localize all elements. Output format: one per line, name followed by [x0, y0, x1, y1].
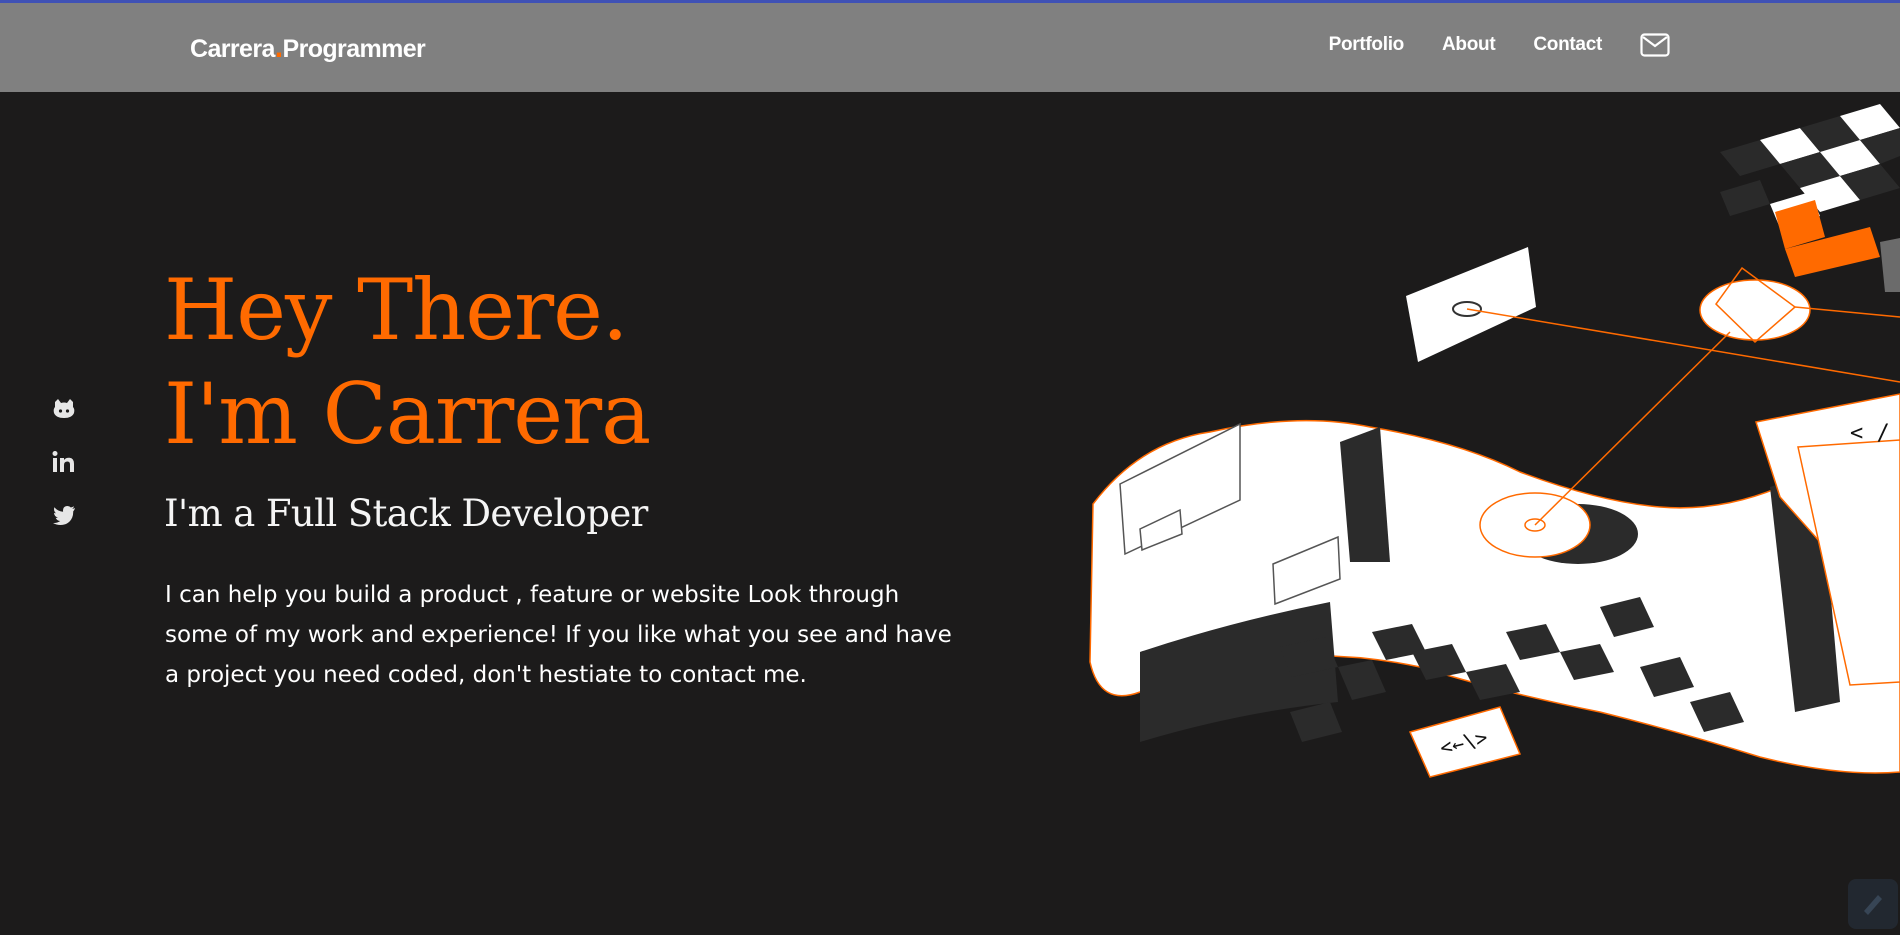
code-tag-right: < /	[1850, 421, 1890, 446]
nav-contact[interactable]: Contact	[1533, 34, 1602, 56]
hero-title-line1: Hey There.	[164, 261, 629, 359]
logo-part2: Programmer	[282, 35, 426, 63]
floating-card	[1406, 247, 1536, 362]
hero-subtitle: I'm a Full Stack Developer	[164, 492, 648, 535]
hero-illustration: <←\> < /	[1089, 104, 1900, 778]
logo-dot: .	[274, 31, 283, 64]
nav-portfolio[interactable]: Portfolio	[1329, 34, 1405, 56]
hero-title-line2: I'm Carrera	[164, 365, 651, 463]
hero-description: I can help you build a product , feature…	[165, 582, 952, 688]
social-links	[50, 395, 78, 554]
envelope-icon[interactable]	[1640, 33, 1670, 57]
nav-about[interactable]: About	[1442, 34, 1496, 56]
checker-cluster-top	[1720, 104, 1900, 292]
logo-part1: Carrera	[190, 35, 275, 63]
github-icon[interactable]	[50, 395, 78, 423]
slash-icon	[1864, 895, 1882, 915]
site-logo[interactable]: Carrera.Programmer	[190, 33, 426, 64]
main-nav: Portfolio About Contact	[1291, 33, 1670, 57]
linkedin-icon[interactable]	[50, 448, 78, 476]
site-header: Carrera.Programmer Portfolio About Conta…	[0, 3, 1900, 92]
twitter-icon[interactable]	[50, 501, 78, 529]
hero-title: Hey There. I'm Carrera	[164, 258, 651, 466]
disc-top	[1699, 279, 1811, 341]
corner-badge[interactable]	[1848, 879, 1898, 929]
